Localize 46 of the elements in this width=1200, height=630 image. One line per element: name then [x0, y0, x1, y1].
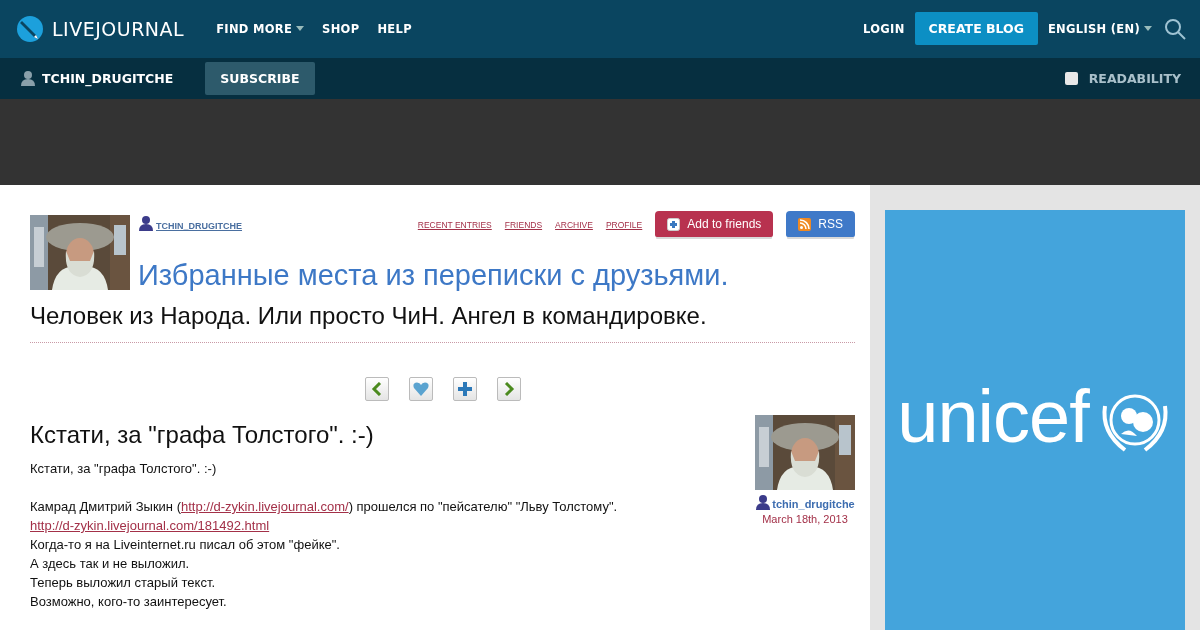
entry-text: Когда-то я на Liveinternet.ru писал об этом "фейке".	[30, 536, 341, 554]
nav-link[interactable]: SHOP	[322, 21, 360, 36]
heart-icon	[412, 382, 429, 396]
subscribe-button[interactable]: SUBSCRIBE	[205, 61, 315, 95]
journal-link[interactable]: RECENT ENTRIES	[417, 220, 492, 230]
entry-link[interactable]: http://d-zykin.livejournal.com/	[181, 499, 349, 514]
plus-icon	[457, 382, 472, 396]
nav-link[interactable]: HELP	[377, 21, 412, 36]
readability-label: READABILITY	[1088, 70, 1181, 86]
journal-subtitle: Человек из Народа. Или просто ЧиН. Ангел в командировке.	[30, 302, 855, 343]
entry-date: March 18th, 2013	[762, 513, 848, 525]
user-icon	[20, 70, 36, 87]
login-link[interactable]: LOGIN	[863, 21, 905, 36]
language-selector[interactable]: ENGLISH (EN)	[1047, 21, 1152, 36]
entry-title: Кстати, за "графа Толстого". :-)	[30, 421, 375, 449]
entry-nav-button[interactable]	[364, 377, 389, 401]
readability-checkbox[interactable]	[1064, 71, 1078, 85]
user-icon	[138, 215, 154, 231]
rss-icon	[798, 217, 812, 231]
search-icon[interactable]	[1164, 17, 1186, 40]
create-blog-button[interactable]: CREATE BLOG	[914, 12, 1038, 46]
nav-link[interactable]: FIND MORE	[216, 21, 305, 36]
journal-link[interactable]: FRIENDS	[504, 220, 543, 230]
entry-text: Теперь выложил старый текст.	[30, 574, 217, 592]
entry-text: Камрад Дмитрий Зыкин (http://d-zykin.livejournal.com/) прошелся по "пейсателю" "Льву Толстому".	[30, 498, 619, 516]
username-link[interactable]: TCHIN_DRUGITCHE	[156, 221, 242, 231]
user-icon	[755, 494, 772, 510]
entry-nav-button[interactable]	[496, 377, 521, 401]
entry-text: Возможно, кого-то заинтересует.	[30, 593, 228, 611]
entry-link[interactable]: http://d-zykin.livejournal.com/181492.html	[30, 518, 270, 533]
author-link[interactable]: tchin_drugitche	[772, 498, 855, 510]
journal-link[interactable]: PROFILE	[605, 220, 643, 230]
entry-nav-button[interactable]	[408, 377, 433, 401]
add-to-friends-button[interactable]: Add to friends	[655, 211, 774, 237]
plus-icon	[667, 217, 681, 231]
journal-title: Избранные места из переписки с друзьями.	[138, 259, 730, 292]
journal-link[interactable]: ARCHIVE	[555, 220, 593, 230]
entry-text: Кстати, за "графа Толстого". :-)	[30, 460, 218, 478]
pencil-logo-icon	[16, 14, 44, 43]
entry-text: А здесь так и не выложил.	[30, 555, 191, 573]
ad-brand: unicef	[897, 380, 1089, 454]
entry-nav-button[interactable]	[452, 377, 477, 401]
username-link[interactable]: TCHIN_DRUGITCHE	[42, 70, 174, 86]
caret-icon	[1144, 26, 1152, 32]
rss-button[interactable]: RSS	[786, 211, 855, 237]
logo-text: LIVEJOURNAL	[52, 17, 185, 40]
